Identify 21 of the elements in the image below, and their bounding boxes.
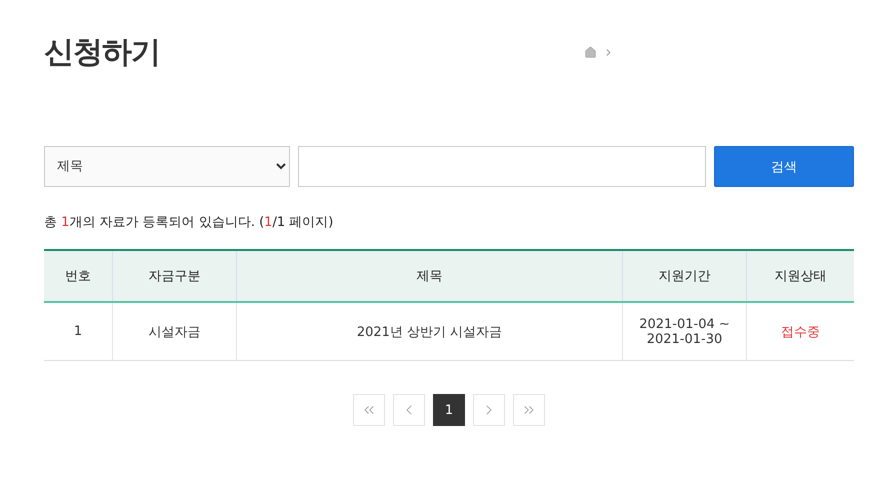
status-cell: 접수중: [746, 302, 854, 360]
next-page-button[interactable]: [473, 394, 505, 426]
first-page-button[interactable]: [353, 394, 385, 426]
page-title: 신청하기: [44, 34, 160, 72]
home-icon[interactable]: [584, 46, 597, 58]
previous-page-button[interactable]: [393, 394, 425, 426]
column-header: 지원상태: [746, 250, 854, 302]
page-button[interactable]: 1: [433, 394, 465, 426]
column-header: 제목: [236, 250, 622, 302]
column-header: 자금구분: [112, 250, 236, 302]
search-button[interactable]: 검색: [714, 146, 854, 187]
column-header: 번호: [44, 250, 112, 302]
search-type-select[interactable]: 제목: [44, 146, 290, 187]
table-cell: 1: [44, 302, 112, 360]
result-count-text: 총 1개의 자료가 등록되어 있습니다. (1/1 페이지): [44, 214, 334, 231]
last-page-button[interactable]: [513, 394, 545, 426]
table-cell: 시설자금: [112, 302, 236, 360]
table-cell[interactable]: 2021년 상반기 시설자금: [236, 302, 622, 360]
column-header: 지원기간: [622, 250, 746, 302]
table-cell: 2021-01-04 ~ 2021-01-30: [622, 302, 746, 360]
search-field[interactable]: [298, 146, 706, 187]
